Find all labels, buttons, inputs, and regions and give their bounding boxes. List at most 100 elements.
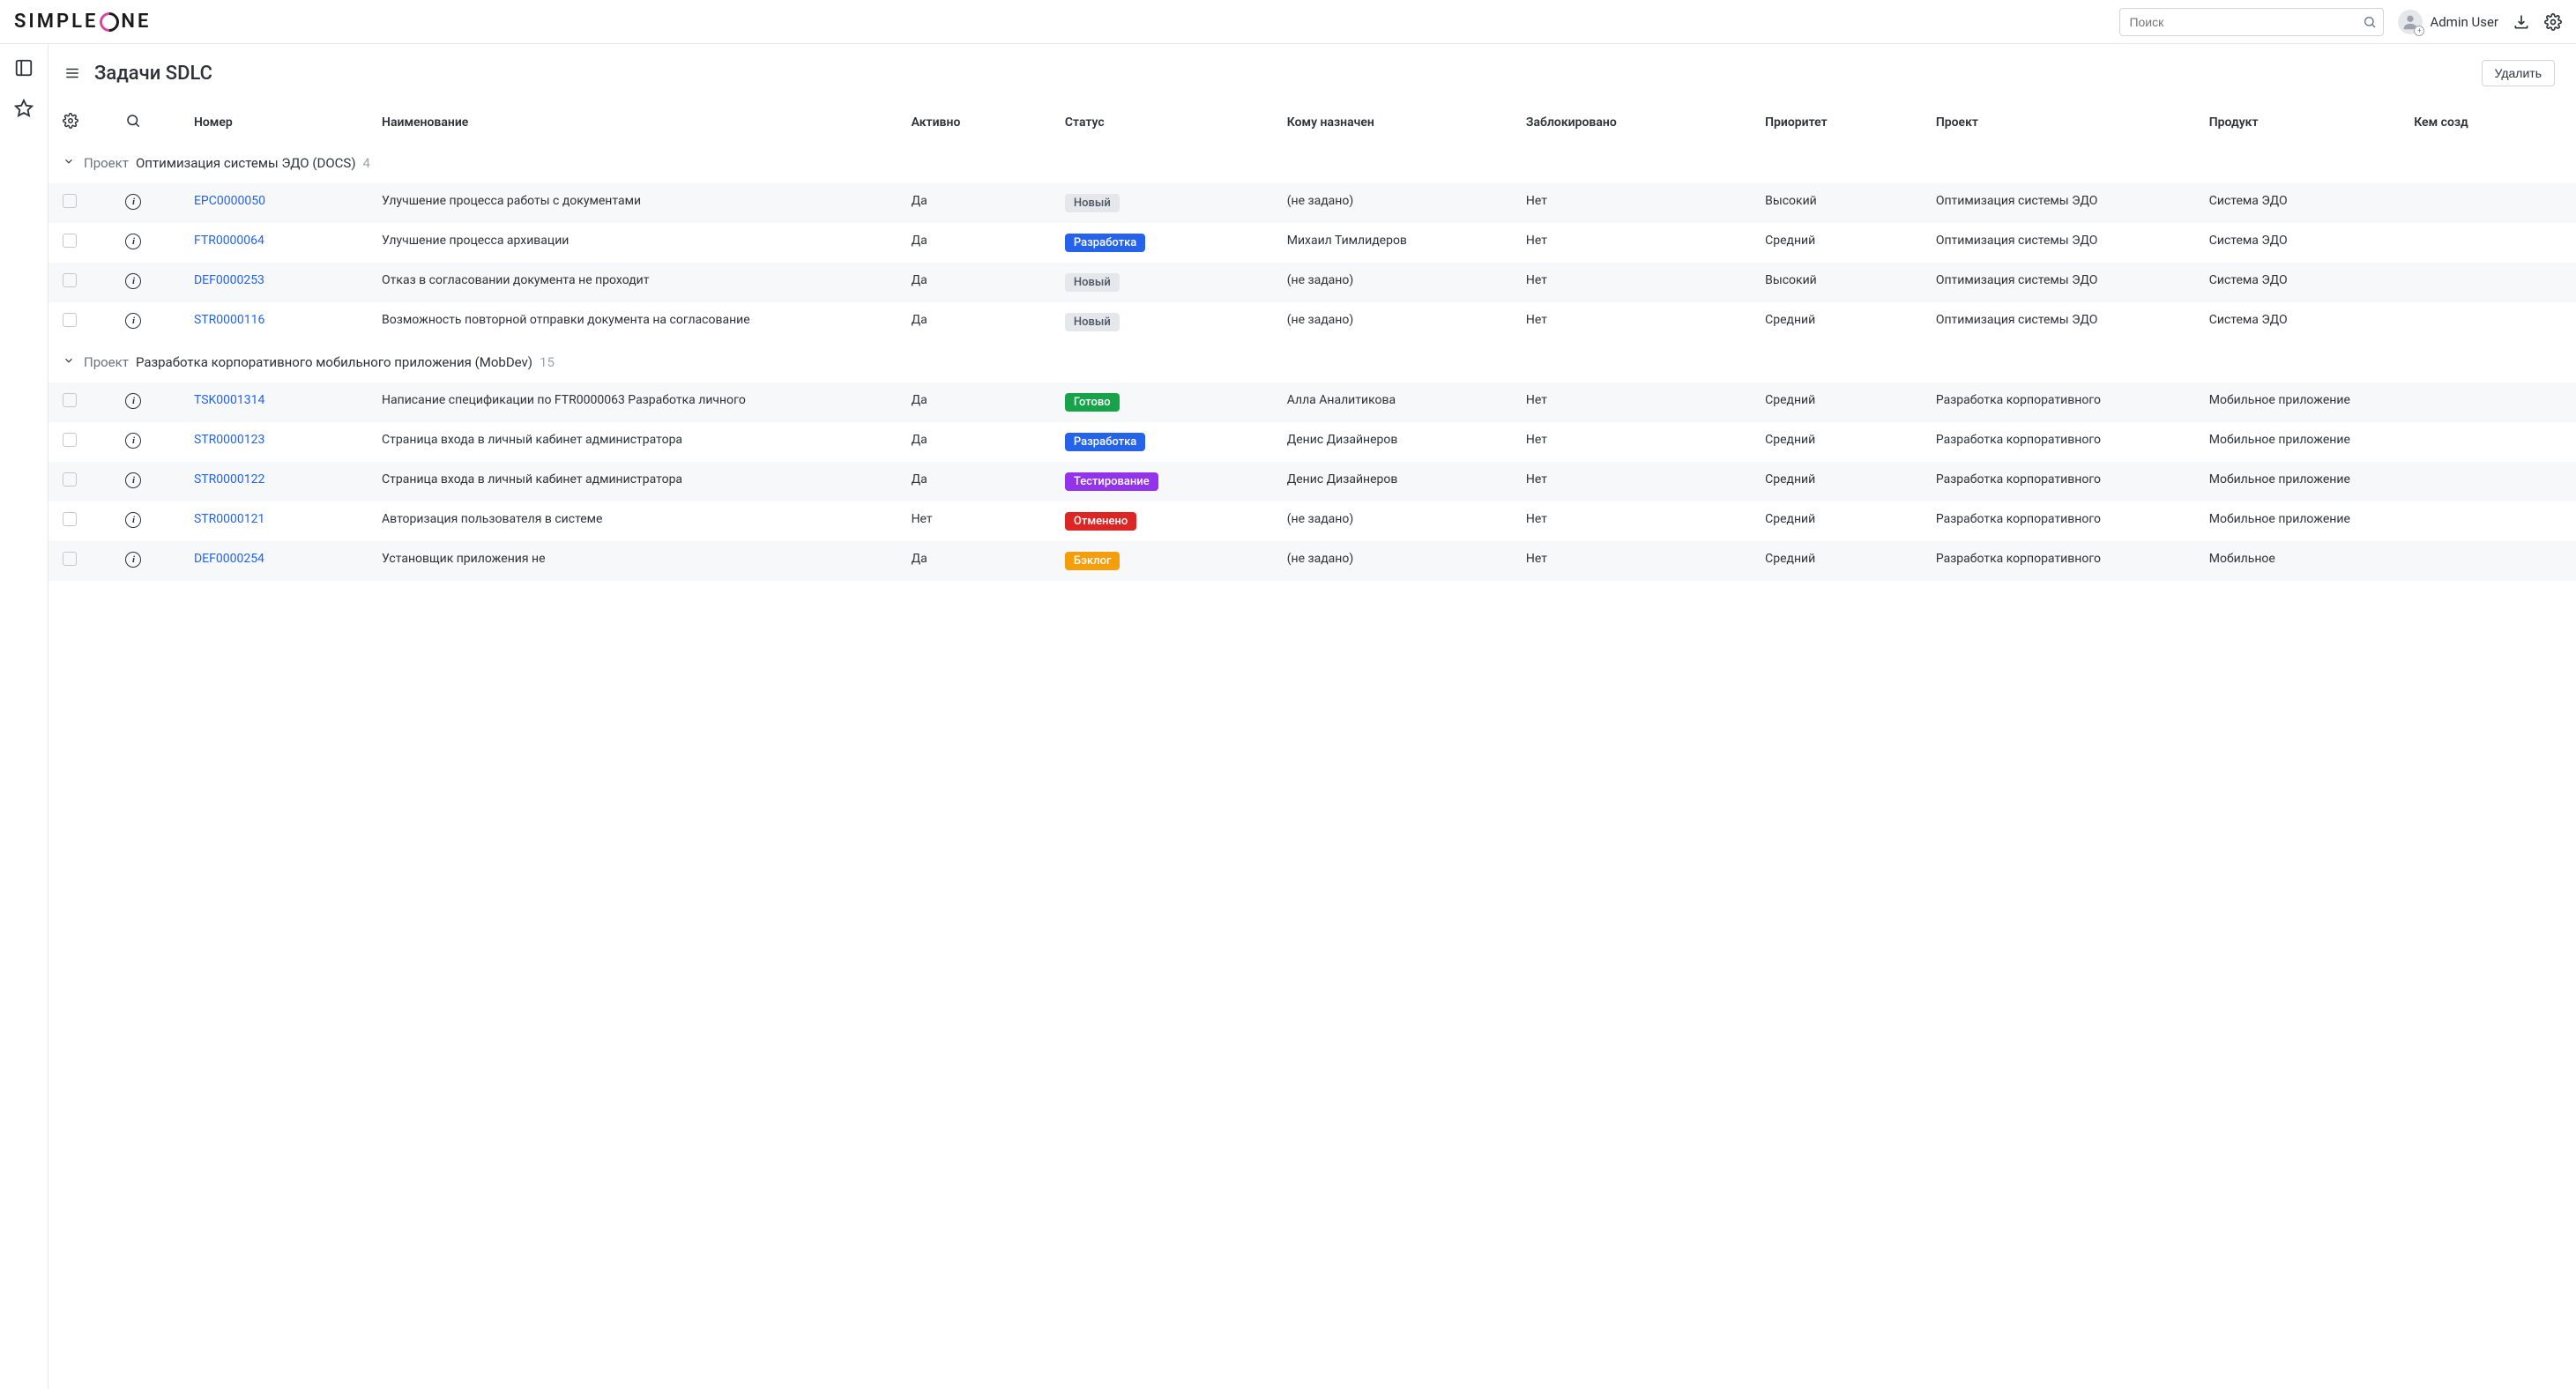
gear-icon[interactable] [2544,13,2562,31]
status-badge: Тестирование [1065,472,1158,491]
info-icon[interactable]: i [125,393,141,409]
status-badge: Бэклог [1065,552,1120,570]
info-icon[interactable]: i [125,552,141,568]
info-icon[interactable]: i [125,273,141,289]
cell-created-by [2405,383,2576,422]
search-input[interactable] [2119,8,2384,36]
cell-project: Разработка корпоративного [1927,541,2200,581]
cell-created-by [2405,422,2576,462]
task-number-link[interactable]: STR0000116 [194,313,264,327]
cell-active: Да [903,263,1056,302]
download-icon[interactable] [2513,13,2530,31]
row-checkbox[interactable] [63,234,77,248]
task-number-link[interactable]: EPC0000050 [194,194,265,208]
chevron-down-icon [63,155,75,167]
cell-product: Мобильное приложение [2200,422,2405,462]
cell-created-by [2405,223,2576,263]
cell-project: Оптимизация системы ЭДО [1927,263,2200,302]
cell-project: Разработка корпоративного [1927,462,2200,501]
table-row[interactable]: iTSK0001314Написание спецификации по FTR… [48,383,2576,422]
table-row[interactable]: i DEF0000253 Отказ в согласовании документ… [48,263,2576,302]
group-name: Оптимизация системы ЭДО (DOCS) [136,155,356,171]
task-number-link[interactable]: STR0000122 [194,472,264,487]
cell-product: Система ЭДО [2200,263,2405,302]
delete-button[interactable]: Удалить [2482,60,2555,86]
task-number-link[interactable]: DEF0000254 [194,552,264,566]
col-product[interactable]: Продукт [2200,102,2405,143]
task-number-link[interactable]: STR0000123 [194,433,264,447]
table-row[interactable]: iEPC0000050Улучшение процесса работы с д… [48,183,2576,223]
info-icon[interactable]: i [125,472,141,488]
star-icon[interactable] [14,99,34,118]
panel-icon[interactable] [14,58,34,78]
col-name[interactable]: Наименование [373,102,903,143]
cell-blocked: Нет [1517,462,1756,501]
status-badge: Отменено [1065,512,1136,531]
task-name: Страница входа в личный кабинет админист… [373,462,903,501]
info-icon[interactable]: i [125,433,141,449]
cell-created-by [2405,501,2576,541]
cell-project: Разработка корпоративного [1927,501,2200,541]
cell-created-by [2405,183,2576,223]
cell-assignee: Михаил Тимлидеров [1278,223,1517,263]
row-checkbox[interactable] [63,393,77,407]
col-created-by[interactable]: Кем созд [2405,102,2576,143]
status-badge: Новый [1065,273,1120,292]
table-row[interactable]: iSTR0000116Возможность повторной отправк… [48,302,2576,342]
col-status[interactable]: Статус [1056,102,1278,143]
row-checkbox[interactable] [63,433,77,447]
topbar: SIMPLENE + Admin User [0,0,2576,44]
cell-product: Мобильное приложение [2200,501,2405,541]
row-checkbox[interactable] [63,273,77,287]
cell-priority: Средний [1756,541,1927,581]
col-blocked[interactable]: Заблокировано [1517,102,1756,143]
table-row[interactable]: iSTR0000123Страница входа в личный кабин… [48,422,2576,462]
group-count: 4 [363,155,370,171]
col-number[interactable]: Номер [185,102,373,143]
table-row[interactable]: iDEF0000254Установщик приложения неДаБэк… [48,541,2576,581]
group-row[interactable]: ПроектОптимизация системы ЭДО (DOCS)4 [48,143,2576,183]
table-row[interactable]: iFTR0000064Улучшение процесса архивацииД… [48,223,2576,263]
cell-product: Система ЭДО [2200,302,2405,342]
cell-project: Оптимизация системы ЭДО [1927,183,2200,223]
task-number-link[interactable]: DEF0000253 [194,273,264,287]
col-assignee[interactable]: Кому назначен [1278,102,1517,143]
status-badge: Готово [1065,393,1120,412]
cell-product: Система ЭДО [2200,183,2405,223]
cell-active: Да [903,383,1056,422]
row-checkbox[interactable] [63,552,77,566]
info-icon[interactable]: i [125,313,141,329]
task-number-link[interactable]: FTR0000064 [194,234,264,248]
table-row[interactable]: i STR0000121 Авторизация пользователя в си… [48,501,2576,541]
col-search[interactable] [116,102,184,143]
group-name: Разработка корпоративного мобильного при… [136,354,532,370]
logo[interactable]: SIMPLENE [14,11,151,33]
cell-active: Да [903,422,1056,462]
info-icon[interactable]: i [125,512,141,528]
task-name: Отказ в согласовании документа не проход… [373,263,903,302]
status-badge: Разработка [1065,234,1145,252]
search-wrap [2119,8,2384,36]
user-block[interactable]: + Admin User [2398,10,2498,34]
col-settings[interactable] [48,102,116,143]
row-checkbox[interactable] [63,512,77,526]
row-checkbox[interactable] [63,194,77,208]
cell-active: Да [903,462,1056,501]
col-priority[interactable]: Приоритет [1756,102,1927,143]
info-icon[interactable]: i [125,194,141,210]
col-project[interactable]: Проект [1927,102,2200,143]
table-row[interactable]: i STR0000122 Страница входа в личный кабин… [48,462,2576,501]
cell-priority: Средний [1756,223,1927,263]
cell-project: Оптимизация системы ЭДО [1927,223,2200,263]
info-icon[interactable]: i [125,234,141,249]
cell-blocked: Нет [1517,223,1756,263]
group-row[interactable]: ПроектРазработка корпоративного мобильно… [48,342,2576,383]
task-name: Авторизация пользователя в системе [373,501,903,541]
cell-blocked: Нет [1517,263,1756,302]
burger-icon[interactable] [63,65,82,81]
row-checkbox[interactable] [63,313,77,327]
task-number-link[interactable]: STR0000121 [194,512,264,526]
row-checkbox[interactable] [63,472,77,487]
col-active[interactable]: Активно [903,102,1056,143]
task-number-link[interactable]: TSK0001314 [194,393,264,407]
